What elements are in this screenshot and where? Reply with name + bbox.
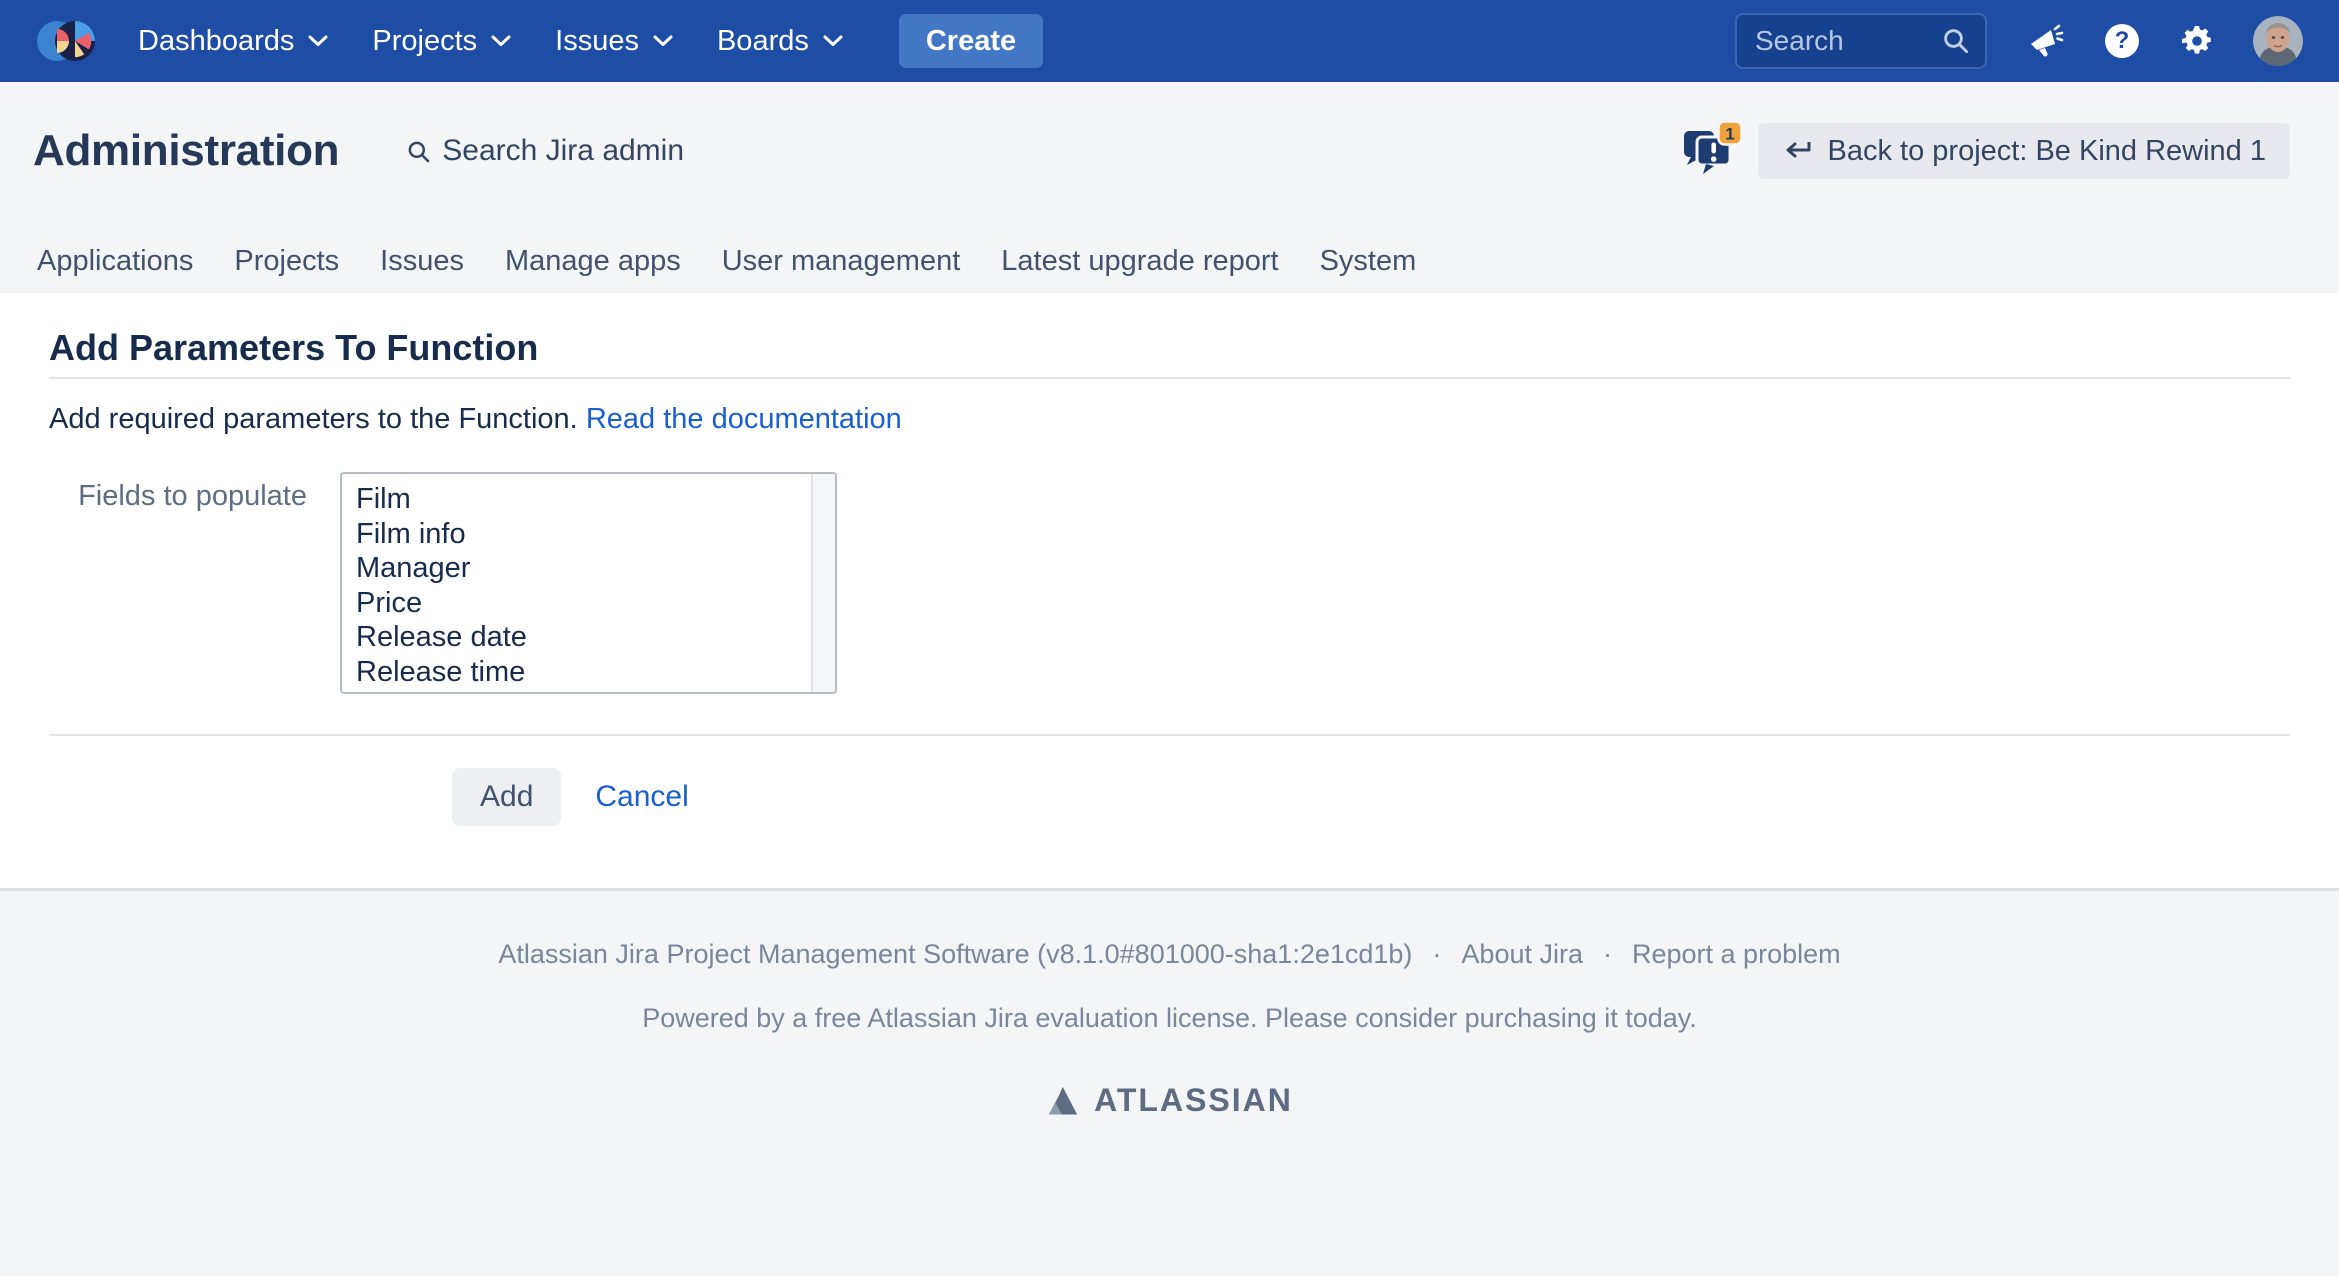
nav-menu-label: Dashboards (138, 25, 294, 58)
listbox-scrollbar[interactable] (811, 474, 835, 692)
form-divider (49, 734, 2290, 736)
footer-license-text: Powered by a free Atlassian Jira evaluat… (0, 1003, 2339, 1034)
tab-latest-upgrade-report[interactable]: Latest upgrade report (1001, 245, 1278, 278)
fields-listbox[interactable]: Film Film info Manager Price Release dat… (340, 472, 837, 694)
listbox-option[interactable]: Film info (356, 517, 805, 552)
top-navbar: Dashboards Projects Issues Boards Create (0, 0, 2339, 82)
quick-search[interactable] (1735, 13, 1987, 69)
admin-header: Administration 1 (0, 82, 2339, 293)
tab-user-management[interactable]: User management (722, 245, 961, 278)
tab-applications[interactable]: Applications (37, 245, 193, 278)
about-jira-link[interactable]: About Jira (1461, 939, 1583, 970)
form-actions: Add Cancel (452, 768, 2290, 826)
atlassian-mark-icon (1046, 1085, 1080, 1117)
fields-form-row: Fields to populate Film Film info Manage… (49, 472, 2290, 694)
notification-badge: 1 (1725, 125, 1734, 144)
avatar-photo (2253, 16, 2303, 66)
back-to-project-button[interactable]: Back to project: Be Kind Rewind 1 (1758, 123, 2290, 179)
cancel-link[interactable]: Cancel (595, 780, 688, 814)
listbox-option[interactable]: Manager (356, 551, 805, 586)
chevron-down-icon (491, 35, 511, 48)
section-heading: Add Parameters To Function (49, 327, 2290, 379)
listbox-option[interactable]: Price (356, 586, 805, 621)
admin-search[interactable] (405, 134, 762, 168)
admin-search-input[interactable] (442, 134, 762, 168)
listbox-option[interactable]: Film (356, 482, 805, 517)
section-description: Add required parameters to the Function.… (49, 403, 2290, 436)
notifications-icon[interactable]: 1 (1682, 120, 1744, 186)
listbox-option[interactable]: Release date (356, 620, 805, 655)
tab-projects[interactable]: Projects (234, 245, 339, 278)
tab-system[interactable]: System (1320, 245, 1417, 278)
main-content: Add Parameters To Function Add required … (0, 293, 2339, 888)
page-title: Administration (33, 126, 339, 176)
create-button[interactable]: Create (899, 14, 1043, 68)
atlassian-logo-link[interactable]: ATLASSIAN (0, 1082, 2339, 1119)
description-text: Add required parameters to the Function. (49, 403, 586, 435)
field-label: Fields to populate (49, 472, 307, 694)
page-footer: Atlassian Jira Project Management Softwa… (0, 888, 2339, 1276)
tab-issues[interactable]: Issues (380, 245, 464, 278)
chevron-down-icon (653, 35, 673, 48)
nav-menu-label: Issues (555, 25, 639, 58)
gear-icon (2179, 23, 2215, 59)
jira-logo-icon[interactable] (36, 14, 96, 68)
search-icon (1941, 26, 1971, 56)
nav-menu-label: Boards (717, 25, 809, 58)
nav-menu-projects[interactable]: Projects (372, 25, 511, 58)
report-problem-link[interactable]: Report a problem (1632, 939, 1841, 970)
search-input[interactable] (1755, 25, 1941, 57)
documentation-link[interactable]: Read the documentation (586, 403, 902, 435)
help-glyph: ? (2115, 27, 2130, 55)
help-icon: ? (2105, 24, 2139, 58)
admin-tab-bar: Applications Projects Issues Manage apps… (37, 245, 1457, 278)
nav-menu-label: Projects (372, 25, 477, 58)
listbox-option[interactable]: Release time (356, 655, 805, 690)
nav-menu-issues[interactable]: Issues (555, 25, 673, 58)
footer-separator: · (1432, 939, 1441, 970)
settings-button[interactable] (2179, 23, 2215, 59)
footer-meta-row: Atlassian Jira Project Management Softwa… (0, 891, 2339, 970)
return-arrow-icon (1782, 140, 1812, 162)
navbar-right-cluster: ? (1735, 13, 2303, 69)
search-icon (405, 138, 432, 165)
nav-menu-dashboards[interactable]: Dashboards (138, 25, 328, 58)
user-avatar[interactable] (2253, 16, 2303, 66)
back-button-label: Back to project: Be Kind Rewind 1 (1828, 135, 2266, 168)
chevron-down-icon (823, 35, 843, 48)
nav-menu-boards[interactable]: Boards (717, 25, 843, 58)
atlassian-wordmark: ATLASSIAN (1094, 1082, 1293, 1119)
add-button[interactable]: Add (452, 768, 561, 826)
footer-version-text: Atlassian Jira Project Management Softwa… (498, 939, 1412, 970)
chevron-down-icon (308, 35, 328, 48)
tab-manage-apps[interactable]: Manage apps (505, 245, 681, 278)
footer-separator: · (1603, 939, 1612, 970)
megaphone-icon (2027, 24, 2065, 58)
help-button[interactable]: ? (2105, 24, 2139, 58)
feedback-button[interactable] (2027, 24, 2065, 58)
